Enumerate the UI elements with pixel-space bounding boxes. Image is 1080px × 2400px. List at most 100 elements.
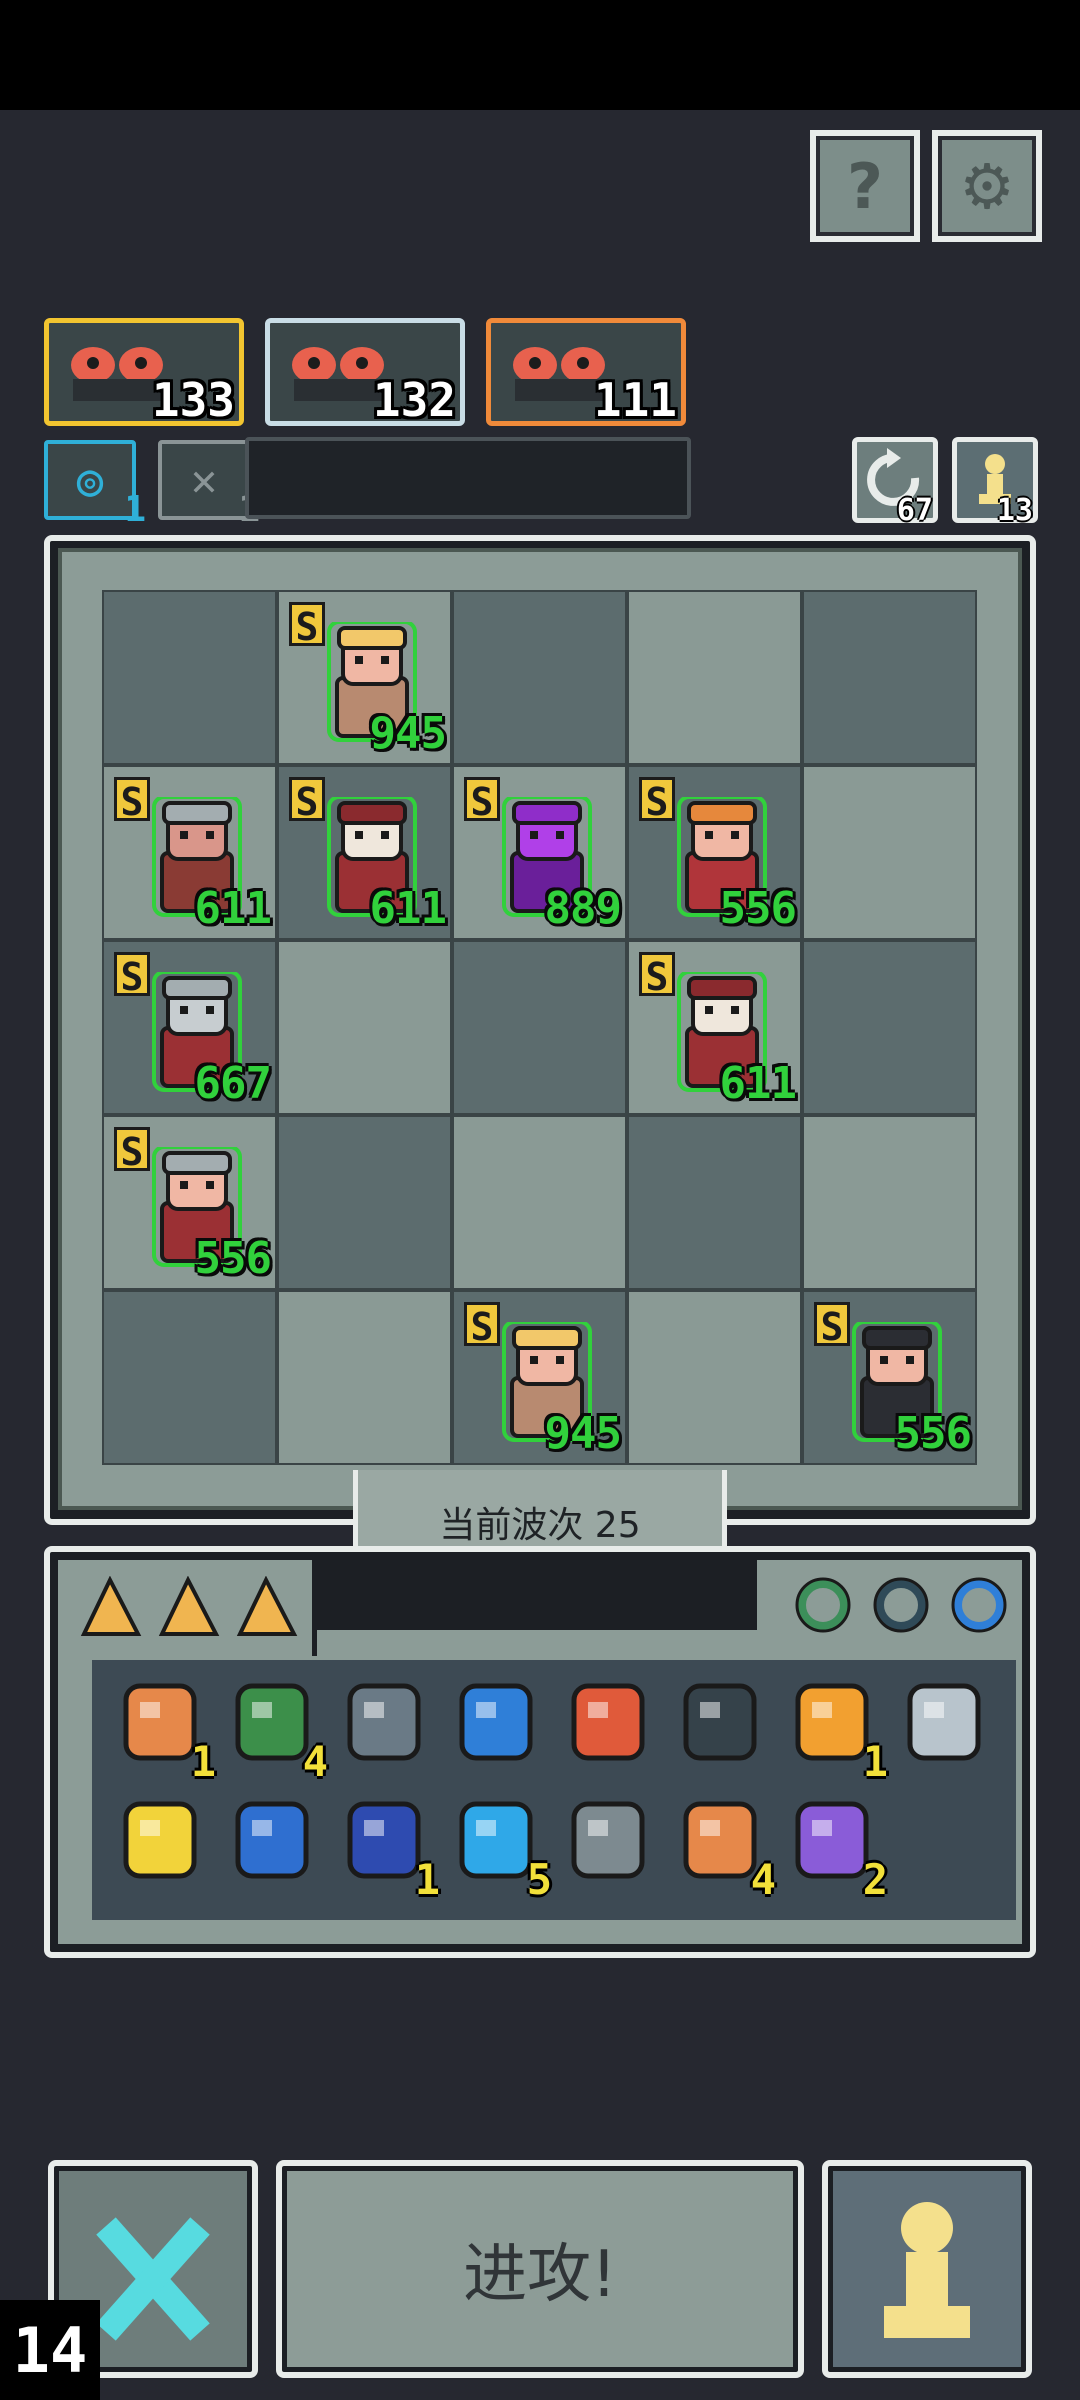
- cheese-icon[interactable]: [80, 1576, 142, 1638]
- chalice-icon: [123, 1801, 197, 1879]
- buff-slot[interactable]: ✕ 1: [158, 440, 260, 530]
- pawn-shop-button[interactable]: [822, 2160, 1032, 2378]
- clock-shield-icon: ◎: [76, 454, 104, 506]
- board-cell[interactable]: S 889: [452, 765, 627, 940]
- item-count: 4: [750, 1855, 776, 1904]
- unit-hp: 611: [194, 883, 272, 934]
- unit-hp: 556: [719, 883, 797, 934]
- board-cell[interactable]: [802, 1115, 977, 1290]
- opponent-portrait[interactable]: 133: [44, 318, 244, 426]
- board-cell[interactable]: [627, 1115, 802, 1290]
- board-cell[interactable]: [452, 590, 627, 765]
- blue-amulet-icon[interactable]: [948, 1574, 1010, 1636]
- opponent-portrait[interactable]: 132: [265, 318, 465, 426]
- dark-ring-icon[interactable]: [870, 1574, 932, 1636]
- inventory-item[interactable]: 2: [782, 1790, 888, 1904]
- rank-badge: S: [289, 602, 325, 649]
- feather-coin-icon: [907, 1683, 981, 1761]
- board-cell[interactable]: [102, 1290, 277, 1465]
- board-cell[interactable]: S 667: [102, 940, 277, 1115]
- cheese-icon[interactable]: [158, 1576, 220, 1638]
- unit-red-hat[interactable]: S 611: [279, 767, 450, 938]
- board-cell[interactable]: S 611: [277, 765, 452, 940]
- rank-badge: S: [289, 777, 325, 824]
- unit-red-hat[interactable]: S 611: [629, 942, 800, 1113]
- pawn-counter[interactable]: 13: [952, 437, 1038, 528]
- unit-crowned[interactable]: S 556: [629, 767, 800, 938]
- pawn-value: 13: [996, 493, 1033, 528]
- shuriken-icon: [571, 1801, 645, 1879]
- unit-bearded[interactable]: S 556: [804, 1292, 975, 1463]
- board-cell[interactable]: S 611: [627, 940, 802, 1115]
- opponent-portrait[interactable]: 111: [486, 318, 686, 426]
- unit-hp: 889: [544, 883, 622, 934]
- gear-icon: ⚙: [959, 149, 1015, 223]
- opponent-value: 132: [372, 373, 456, 426]
- unit-helmet-soldier[interactable]: S 556: [104, 1117, 275, 1288]
- board-cell[interactable]: S 945: [452, 1290, 627, 1465]
- inventory-item[interactable]: [894, 1672, 994, 1772]
- status-bar-empty: [245, 437, 691, 519]
- inventory-item[interactable]: 5: [446, 1790, 552, 1904]
- board-cell[interactable]: [277, 940, 452, 1115]
- rank-badge: S: [114, 1127, 150, 1174]
- inventory-item[interactable]: [110, 1790, 210, 1890]
- buff-slot[interactable]: ◎ 1: [44, 440, 146, 530]
- rank-badge: S: [464, 777, 500, 824]
- board-cell[interactable]: S 611: [102, 765, 277, 940]
- board-grid: S 945 S 611 S 611 S 889 S 556 S 667 S 61…: [102, 590, 977, 1465]
- rank-badge: S: [639, 952, 675, 999]
- rank-badge: S: [639, 777, 675, 824]
- inventory-item[interactable]: 4: [670, 1790, 776, 1904]
- help-button[interactable]: ?: [810, 130, 920, 242]
- board-cell[interactable]: S 556: [102, 1115, 277, 1290]
- board-cell[interactable]: [627, 590, 802, 765]
- inventory-item[interactable]: [558, 1790, 658, 1890]
- unit-purple-knight[interactable]: S 889: [454, 767, 625, 938]
- unit-knight[interactable]: S 667: [104, 942, 275, 1113]
- board-cell[interactable]: [277, 1290, 452, 1465]
- shield-icon: [347, 1683, 421, 1761]
- inventory-item[interactable]: [446, 1672, 546, 1772]
- inventory-item[interactable]: 1: [334, 1790, 440, 1904]
- buff-count: 1: [124, 489, 146, 530]
- board-cell[interactable]: [452, 1115, 627, 1290]
- inventory-item[interactable]: 1: [110, 1672, 216, 1786]
- inventory-item[interactable]: 4: [222, 1672, 328, 1786]
- ring-slots: [762, 1560, 1022, 1656]
- inventory-item[interactable]: [670, 1672, 770, 1772]
- inventory-gap: [317, 1560, 757, 1630]
- inventory-tabs: [58, 1560, 317, 1656]
- item-count: 5: [526, 1855, 552, 1904]
- board-cell[interactable]: [627, 1290, 802, 1465]
- board-cell[interactable]: [802, 765, 977, 940]
- inventory-item[interactable]: 1: [782, 1672, 888, 1786]
- potion-jar-icon: [459, 1683, 533, 1761]
- board-cell[interactable]: [802, 590, 977, 765]
- inventory-item[interactable]: [334, 1672, 434, 1772]
- attack-button[interactable]: 进攻!: [276, 2160, 804, 2378]
- inventory-item[interactable]: [558, 1672, 658, 1772]
- pawn-icon: [884, 2202, 970, 2338]
- board-cell[interactable]: S 556: [802, 1290, 977, 1465]
- green-ring-icon[interactable]: [792, 1574, 854, 1636]
- unit-knight-shield[interactable]: S 611: [104, 767, 275, 938]
- board-cell[interactable]: [277, 1115, 452, 1290]
- settings-button[interactable]: ⚙: [932, 130, 1042, 242]
- refresh-counter[interactable]: 67: [852, 437, 938, 528]
- board-cell[interactable]: [102, 590, 277, 765]
- unit-hp: 945: [369, 708, 447, 759]
- unit-hp: 667: [194, 1058, 272, 1109]
- inventory-item[interactable]: [222, 1790, 322, 1890]
- board-cell[interactable]: [452, 940, 627, 1115]
- board-cell[interactable]: [802, 940, 977, 1115]
- rank-badge: S: [814, 1302, 850, 1349]
- board-cell[interactable]: S 945: [277, 590, 452, 765]
- cheese-icon[interactable]: [236, 1576, 298, 1638]
- unit-blonde[interactable]: S 945: [454, 1292, 625, 1463]
- refresh-value: 67: [896, 493, 933, 528]
- board-cell[interactable]: S 556: [627, 765, 802, 940]
- water-drop-frame-icon: [235, 1801, 309, 1879]
- rank-badge: S: [114, 952, 150, 999]
- unit-blonde[interactable]: S 945: [279, 592, 450, 763]
